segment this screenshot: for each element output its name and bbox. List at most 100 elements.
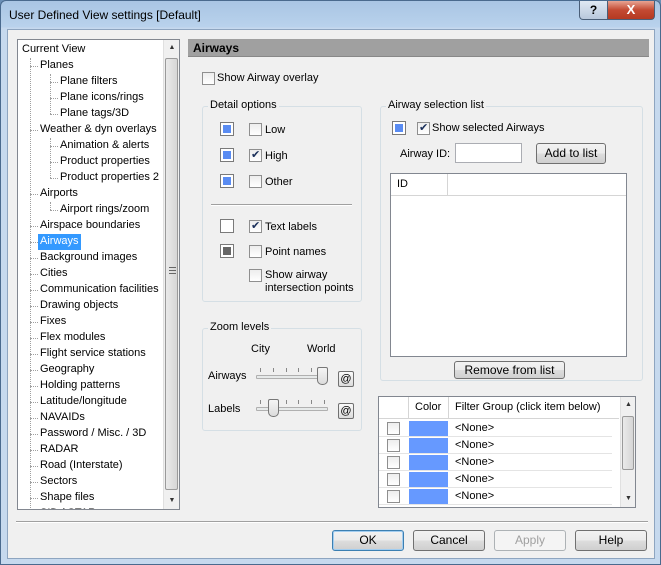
high-color-swatch[interactable] <box>220 148 234 162</box>
show-intersection-label-line1: Show airway <box>265 269 328 281</box>
tree-item[interactable]: Current View <box>20 42 87 58</box>
tree-item[interactable]: Background images <box>38 250 139 266</box>
airway-list-id-header[interactable]: ID <box>391 174 448 196</box>
tree-item[interactable]: Product properties 2 <box>58 170 161 186</box>
tree-item[interactable]: Cities <box>38 266 70 282</box>
low-checkbox[interactable] <box>249 123 262 136</box>
show-intersection-points-checkbox[interactable] <box>249 269 262 282</box>
slider-thumb[interactable] <box>268 399 280 417</box>
tree-item[interactable]: Plane icons/rings <box>58 90 146 106</box>
filter-grid-row[interactable]: <None> <box>379 471 612 488</box>
tree-item[interactable]: Plane filters <box>58 74 119 90</box>
remove-from-list-button[interactable]: Remove from list <box>454 361 565 379</box>
tree-item[interactable]: Plane tags/3D <box>58 106 131 122</box>
scroll-down-arrow-icon[interactable]: ▼ <box>164 493 179 509</box>
apply-button[interactable]: Apply <box>494 530 566 551</box>
tree-item[interactable]: Animation & alerts <box>58 138 151 154</box>
grid-scroll-up-arrow-icon[interactable]: ▲ <box>621 397 636 413</box>
tree-item[interactable]: Product properties <box>58 154 152 170</box>
high-checkbox[interactable] <box>249 148 262 162</box>
tree-item[interactable]: Flex modules <box>38 330 107 346</box>
help-button[interactable]: Help <box>575 530 647 551</box>
tree-item[interactable]: Sectors <box>38 474 79 490</box>
tree-item[interactable]: NAVAIDs <box>38 410 87 426</box>
tree-item[interactable]: Airports <box>38 186 80 202</box>
filter-row-checkbox[interactable] <box>387 422 400 435</box>
filter-row-color-cell[interactable] <box>409 472 448 487</box>
tree-item[interactable]: Planes <box>38 58 76 74</box>
low-color-swatch[interactable] <box>220 122 234 136</box>
filter-grid-row[interactable]: <None> <box>379 454 612 471</box>
show-airway-overlay-label: Show Airway overlay <box>217 72 319 84</box>
title-help-button[interactable]: ? <box>579 1 608 20</box>
filter-row-color-cell[interactable] <box>409 455 448 470</box>
tree-item[interactable]: Airport rings/zoom <box>58 202 151 218</box>
airway-id-input[interactable] <box>455 143 522 163</box>
filter-row-checkbox[interactable] <box>387 439 400 452</box>
tree-item[interactable]: Shape files <box>38 490 96 506</box>
tree-item[interactable]: Geography <box>38 362 96 378</box>
scroll-thumb[interactable] <box>165 58 178 490</box>
other-checkbox[interactable] <box>249 175 262 188</box>
dialog-window: User Defined View settings [Default] ? X… <box>0 0 661 565</box>
tree-item[interactable]: Flight service stations <box>38 346 148 362</box>
tree-item[interactable]: Fixes <box>38 314 68 330</box>
filter-row-checkbox[interactable] <box>387 456 400 469</box>
scroll-up-arrow-icon[interactable]: ▲ <box>164 40 179 56</box>
filter-row-checkbox[interactable] <box>387 490 400 503</box>
text-labels-checkbox[interactable] <box>249 219 262 233</box>
airway-id-label: Airway ID: <box>400 148 451 160</box>
tree-item[interactable]: Airways <box>38 234 81 250</box>
slider-thumb[interactable] <box>317 367 328 385</box>
filter-grid-color-header[interactable]: Color <box>409 397 449 419</box>
title-bar: User Defined View settings [Default] ? X <box>1 1 660 29</box>
filter-group-grid[interactable]: Color Filter Group (click item below) <N… <box>378 396 636 508</box>
show-selected-airways-checkbox[interactable] <box>417 121 430 135</box>
zoom-levels-title: Zoom levels <box>208 321 272 333</box>
grid-scroll-thumb[interactable] <box>622 416 634 470</box>
tree-item[interactable]: Latitude/longitude <box>38 394 129 410</box>
grid-scroll-down-arrow-icon[interactable]: ▼ <box>621 491 636 507</box>
point-names-checkbox[interactable] <box>249 245 262 258</box>
filter-grid-row[interactable]: <None> <box>379 420 612 437</box>
point-names-color-swatch[interactable] <box>220 244 234 258</box>
show-airway-overlay-checkbox[interactable] <box>202 72 215 85</box>
tree-item[interactable]: Airspace boundaries <box>38 218 142 234</box>
ok-button[interactable]: OK <box>332 530 404 551</box>
labels-zoom-at-button[interactable]: @ <box>338 403 354 419</box>
filter-grid-group-header[interactable]: Filter Group (click item below) <box>449 397 619 419</box>
filter-row-color-cell[interactable] <box>409 421 448 436</box>
settings-tree[interactable]: Current View Planes Plane filters Plane ico… <box>17 39 180 510</box>
tree-item[interactable]: SID / STAR <box>38 506 98 509</box>
tree-item[interactable]: Communication facilities <box>38 282 161 298</box>
filter-row-group-text: <None> <box>455 422 495 434</box>
tree-item[interactable]: Holding patterns <box>38 378 122 394</box>
other-color-swatch[interactable] <box>220 174 234 188</box>
filter-grid-row[interactable]: <None> <box>379 488 612 505</box>
add-to-list-button[interactable]: Add to list <box>536 143 606 164</box>
point-names-label: Point names <box>265 246 327 258</box>
tree-item[interactable]: Drawing objects <box>38 298 120 314</box>
tree-item[interactable]: Password / Misc. / 3D <box>38 426 148 442</box>
show-selected-airways-label: Show selected Airways <box>432 122 545 134</box>
text-labels-label: Text labels <box>265 221 317 233</box>
text-labels-color-swatch[interactable] <box>220 219 234 233</box>
selected-airways-color-swatch[interactable] <box>392 121 406 135</box>
cancel-button[interactable]: Cancel <box>413 530 485 551</box>
filter-row-color-cell[interactable] <box>409 489 448 504</box>
airways-zoom-at-button[interactable]: @ <box>338 371 354 387</box>
show-intersection-label-line2: intersection points <box>265 282 354 294</box>
tree-scrollbar[interactable]: ▲ ▼ <box>163 40 179 509</box>
tree-item[interactable]: RADAR <box>38 442 81 458</box>
close-button[interactable]: X <box>607 1 655 20</box>
filter-row-color-cell[interactable] <box>409 438 448 453</box>
filter-row-checkbox[interactable] <box>387 473 400 486</box>
tree-item[interactable]: Road (Interstate) <box>38 458 125 474</box>
panel-title: Airways <box>193 41 240 55</box>
detail-options-title: Detail options <box>208 99 279 111</box>
airway-id-list[interactable]: ID <box>390 173 627 357</box>
tree-item[interactable]: Weather & dyn overlays <box>38 122 159 138</box>
labels-zoom-slider[interactable] <box>256 407 328 411</box>
filter-grid-scrollbar[interactable]: ▲ ▼ <box>620 397 635 507</box>
filter-grid-row[interactable]: <None> <box>379 437 612 454</box>
